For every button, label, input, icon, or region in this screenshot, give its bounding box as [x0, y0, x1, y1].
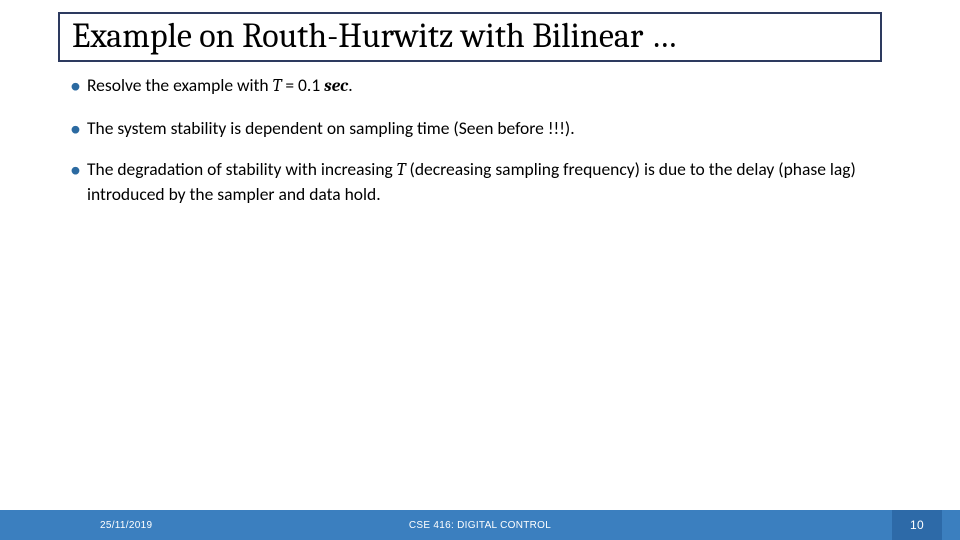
bullet-item: • Resolve the example with T = 0.1 sec.	[70, 74, 900, 99]
slide: Example on Routh-Hurwitz with Bilinear ……	[0, 0, 960, 540]
footer-page-number: 10	[892, 510, 942, 540]
bullet-text: Resolve the example with T = 0.1 sec.	[87, 74, 900, 99]
text-segment: .	[348, 74, 352, 96]
bullet-dot-icon: •	[70, 75, 81, 97]
bullet-dot-icon: •	[70, 159, 81, 181]
math-unit: sec	[324, 76, 348, 96]
bullet-text: The system stability is dependent on sam…	[87, 117, 900, 141]
slide-body: • Resolve the example with T = 0.1 sec. …	[70, 74, 900, 225]
text-segment: The degradation of stability with increa…	[87, 158, 397, 180]
footer-date: 25/11/2019	[100, 520, 152, 531]
bullet-dot-icon: •	[70, 118, 81, 140]
math-var: T	[397, 160, 406, 180]
bullet-item: • The system stability is dependent on s…	[70, 117, 900, 141]
bullet-item: • The degradation of stability with incr…	[70, 158, 900, 206]
title-box: Example on Routh-Hurwitz with Bilinear …	[58, 12, 882, 62]
text-segment: Resolve the example with	[87, 74, 273, 96]
bullet-text: The degradation of stability with increa…	[87, 158, 900, 206]
text-segment: = 0.1	[281, 74, 324, 96]
footer-bar: 25/11/2019 CSE 416: DIGITAL CONTROL 10	[0, 510, 960, 540]
slide-title: Example on Routh-Hurwitz with Bilinear …	[72, 16, 868, 56]
footer-course: CSE 416: DIGITAL CONTROL	[409, 520, 551, 531]
